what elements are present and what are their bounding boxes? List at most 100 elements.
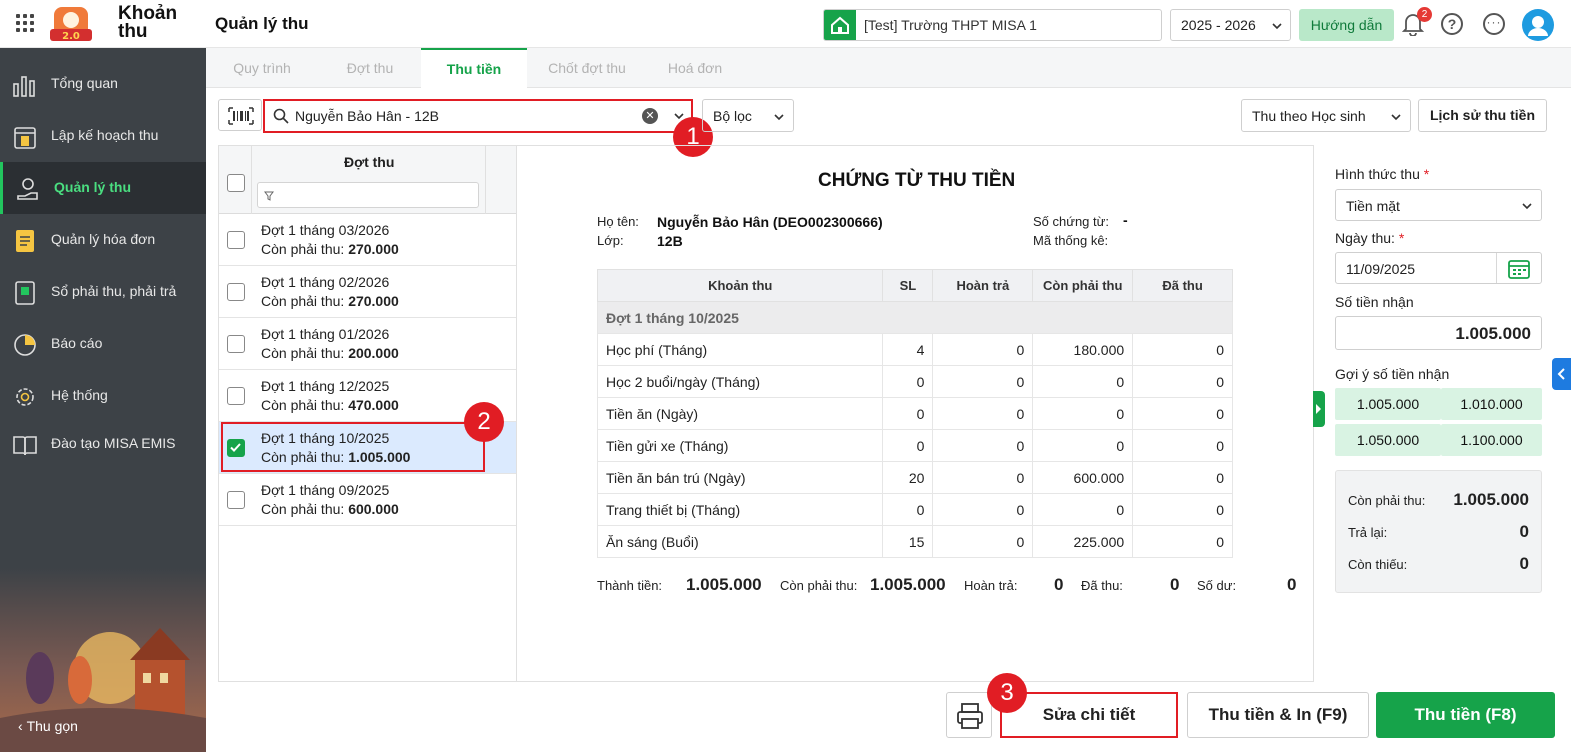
sidebar-item-overview[interactable]: Tổng quan	[0, 58, 206, 110]
batch-name: Đợt 1 tháng 12/2025	[261, 378, 390, 394]
calendar-icon[interactable]	[1507, 258, 1531, 280]
class-value: 12B	[657, 233, 683, 249]
sidebar-item-training[interactable]: Đào tạo MISA EMIS	[0, 418, 206, 470]
sidebar-item-ledger[interactable]: Sổ phải thu, phải trả	[0, 266, 206, 318]
more-icon[interactable]: ···	[1483, 13, 1505, 35]
barcode-scan-button[interactable]	[218, 99, 262, 131]
sidebar-item-label: Báo cáo	[51, 335, 103, 351]
side-panel-toggle[interactable]	[1552, 358, 1571, 390]
collection-mode-select[interactable]: Thu theo Học sinh	[1241, 99, 1411, 132]
summary-return-value: 0	[1519, 522, 1529, 541]
collapse-sidebar-button[interactable]: ‹ Thu gọn	[18, 718, 78, 734]
chart-icon	[13, 76, 35, 97]
tab-collection-batch[interactable]: Đợt thu	[318, 48, 422, 88]
row-checkbox[interactable]	[227, 491, 245, 509]
panel-toggle-handle[interactable]	[1313, 391, 1325, 427]
school-name: [Test] Trường THPT MISA 1	[864, 17, 1037, 33]
sidebar-item-reports[interactable]: Báo cáo	[0, 318, 206, 370]
sidebar-item-manage-collection[interactable]: Quản lý thu	[0, 162, 206, 214]
payment-method-select[interactable]: Tiền mặt	[1335, 189, 1542, 221]
list-item[interactable]: Đợt 1 tháng 02/2026 Còn phải thu: 270.00…	[219, 266, 516, 318]
step-callout-3: 3	[987, 673, 1027, 713]
chevron-left-icon: ‹	[18, 718, 27, 734]
sidebar-item-label: Lập kế hoạch thu	[51, 127, 159, 143]
table-row: Tiền ăn bán trú (Ngày) 20 0 600.000 0	[596, 461, 1233, 494]
sidebar-item-label: Quản lý hóa đơn	[51, 231, 156, 247]
refund-label: Hoàn trả:	[964, 578, 1018, 593]
app-name: Khoản thu	[118, 3, 178, 42]
list-item[interactable]: Đợt 1 tháng 01/2026 Còn phải thu: 200.00…	[219, 318, 516, 370]
chevron-down-icon	[1272, 23, 1282, 30]
total-label: Thành tiền:	[597, 578, 663, 593]
tab-invoices[interactable]: Hoá đơn	[647, 48, 743, 88]
collect-money-button[interactable]: Thu tiền (F8)	[1376, 692, 1555, 738]
column-header: Khoản thu	[596, 269, 884, 302]
print-button[interactable]	[946, 692, 992, 738]
voucher-number-value: -	[1123, 212, 1128, 228]
payment-date-value: 11/09/2025	[1346, 261, 1416, 277]
suggested-amount-button[interactable]: 1.050.000	[1335, 424, 1441, 456]
student-search-input[interactable]: Nguyễn Bảo Hân - 12B ✕	[263, 99, 693, 133]
collect-and-print-button[interactable]: Thu tiền & In (F9)	[1187, 692, 1369, 738]
sidebar-item-plan[interactable]: Lập kế hoạch thu	[0, 110, 206, 162]
remaining-value: 1.005.000	[870, 575, 946, 594]
school-year-select[interactable]: 2025 - 2026	[1170, 9, 1291, 41]
guide-button[interactable]: Hướng dẫn	[1299, 9, 1394, 41]
avatar[interactable]	[1522, 9, 1554, 41]
select-all-checkbox[interactable]	[227, 174, 245, 192]
row-checkbox[interactable]	[227, 231, 245, 249]
batch-filter-input[interactable]	[257, 182, 479, 208]
hand-coin-icon	[17, 178, 38, 200]
filter-icon	[264, 191, 274, 201]
school-selector[interactable]: [Test] Trường THPT MISA 1	[823, 9, 1162, 41]
batch-name: Đợt 1 tháng 02/2026	[261, 274, 390, 290]
row-checkbox[interactable]	[227, 387, 245, 405]
sidebar-item-label: Quản lý thu	[54, 179, 131, 195]
batch-remaining: Còn phải thu: 470.000	[261, 397, 399, 413]
suggested-amount-button[interactable]: 1.005.000	[1335, 388, 1441, 420]
svg-text:2.0: 2.0	[62, 31, 80, 42]
clear-icon[interactable]: ✕	[642, 108, 658, 124]
printer-icon	[957, 703, 983, 729]
column-header: SL	[882, 269, 934, 302]
batch-remaining: Còn phải thu: 200.000	[261, 345, 399, 361]
amount-received-input[interactable]: 1.005.000	[1335, 316, 1542, 350]
summary-short-label: Còn thiếu:	[1348, 557, 1408, 572]
payment-summary: Còn phải thu: 1.005.000 Trả lại: 0 Còn t…	[1335, 470, 1542, 593]
tab-process[interactable]: Quy trình	[206, 48, 318, 88]
suggested-amount-button[interactable]: 1.010.000	[1441, 388, 1542, 420]
sidebar-item-system[interactable]: Hệ thống	[0, 370, 206, 422]
table-row: Tiền gửi xe (Tháng) 0 0 0 0	[596, 429, 1233, 462]
app-grid-icon[interactable]	[16, 14, 34, 32]
list-item[interactable]: Đợt 1 tháng 09/2025 Còn phải thu: 600.00…	[219, 474, 516, 526]
sidebar-item-invoices[interactable]: Quản lý hóa đơn	[0, 214, 206, 266]
edit-details-button[interactable]: Sửa chi tiết	[1000, 692, 1178, 738]
chevron-down-icon	[1391, 114, 1401, 121]
column-header: Đợt thu	[344, 154, 395, 170]
table-row: Học phí (Tháng) 4 0 180.000 0	[596, 333, 1233, 366]
payment-history-button[interactable]: Lịch sử thu tiền	[1418, 99, 1547, 132]
payment-date-input[interactable]: 11/09/2025	[1335, 252, 1542, 284]
tab-collect-money[interactable]: Thu tiền	[421, 48, 527, 88]
filter-dropdown[interactable]: Bộ lọc	[702, 99, 794, 132]
row-checkbox[interactable]	[227, 335, 245, 353]
help-icon[interactable]: ?	[1441, 13, 1463, 35]
batch-list-header: Đợt thu	[219, 146, 516, 214]
chevron-right-icon	[1316, 404, 1321, 414]
amount-received-label: Số tiền nhận	[1335, 294, 1414, 310]
row-checkbox[interactable]	[227, 283, 245, 301]
tab-close-batch[interactable]: Chốt đợt thu	[527, 48, 647, 88]
batch-name: Đợt 1 tháng 03/2026	[261, 222, 390, 238]
suggested-amount-button[interactable]: 1.100.000	[1441, 424, 1542, 456]
paid-label: Đã thu:	[1081, 578, 1123, 593]
pie-icon	[14, 334, 36, 356]
column-header: Hoàn trả	[932, 269, 1034, 302]
voucher-number-label: Số chứng từ:	[1033, 214, 1109, 229]
column-header: Đã thu	[1132, 269, 1233, 302]
chevron-left-icon	[1557, 368, 1565, 380]
filter-label: Bộ lọc	[713, 108, 752, 124]
paid-value: 0	[1170, 575, 1180, 594]
list-item[interactable]: Đợt 1 tháng 03/2026 Còn phải thu: 270.00…	[219, 214, 516, 266]
highlight-box	[221, 422, 485, 472]
sidebar-item-label: Sổ phải thu, phải trả	[51, 283, 177, 299]
